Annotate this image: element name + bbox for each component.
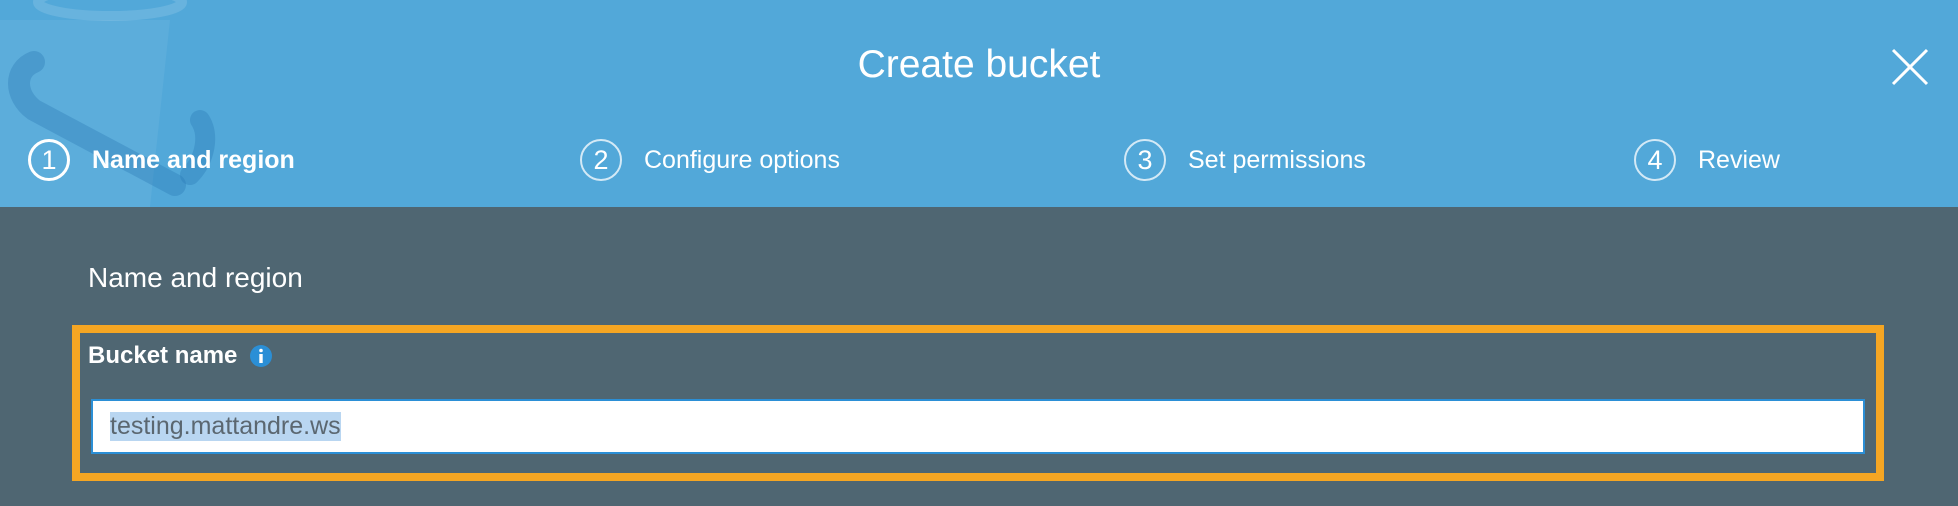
step-number-badge: 2	[580, 139, 622, 181]
bucket-name-field-label: Bucket name	[88, 339, 273, 373]
step-number-badge: 4	[1634, 139, 1676, 181]
modal-header: Create bucket 1 Name and region 2 Config…	[0, 0, 1958, 207]
step-label: Set permissions	[1188, 145, 1366, 174]
step-name-and-region[interactable]: 1 Name and region	[28, 136, 295, 184]
info-icon[interactable]	[249, 344, 273, 368]
step-set-permissions[interactable]: 3 Set permissions	[1124, 136, 1366, 184]
step-configure-options[interactable]: 2 Configure options	[580, 136, 840, 184]
bucket-name-input-value: testing.mattandre.ws	[110, 412, 341, 441]
step-label: Review	[1698, 145, 1780, 174]
modal-title: Create bucket	[857, 43, 1101, 86]
step-label: Configure options	[644, 145, 840, 174]
step-review[interactable]: 4 Review	[1634, 136, 1780, 184]
close-icon	[1891, 48, 1929, 86]
step-number-badge: 3	[1124, 139, 1166, 181]
step-label: Name and region	[92, 145, 295, 174]
section-title: Name and region	[88, 262, 303, 293]
close-button[interactable]	[1890, 47, 1930, 87]
bucket-name-input[interactable]: testing.mattandre.ws	[91, 399, 1865, 454]
step-number-badge: 1	[28, 139, 70, 181]
bucket-name-label: Bucket name	[88, 342, 238, 369]
